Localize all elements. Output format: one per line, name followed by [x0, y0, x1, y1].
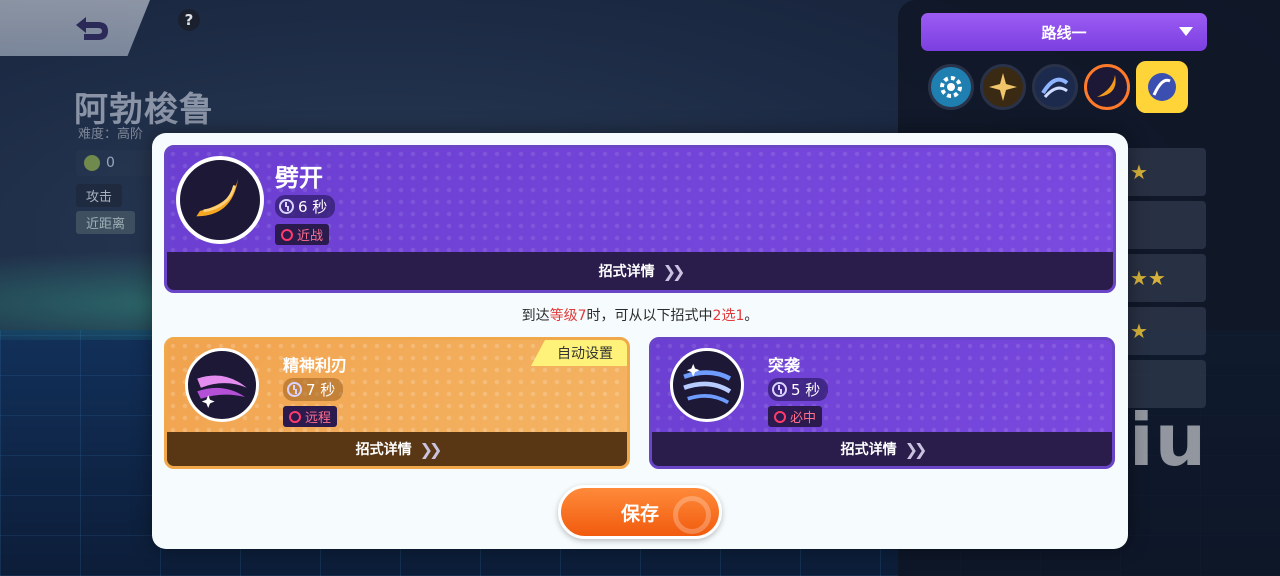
option-skill-name: 精神利刃: [283, 356, 348, 375]
rating-row: ★★: [1120, 254, 1206, 302]
move-details-button[interactable]: 招式详情 ❯❯: [652, 432, 1112, 466]
emblem-icon: [84, 155, 100, 171]
hero-difficulty: 难度：高阶: [78, 127, 144, 142]
auto-set-tag: 自动设置: [531, 340, 627, 366]
pokeball-icon: [673, 496, 711, 534]
move-details-label: 招式详情: [598, 264, 655, 280]
crescent-skill-icon[interactable]: [1084, 64, 1130, 110]
move-type-label: 远程: [305, 411, 332, 426]
save-button-label: 保存: [620, 502, 659, 525]
cooldown-value: 7 秒: [306, 381, 336, 399]
move-type-label: 近战: [297, 229, 324, 244]
rating-row: ★: [1120, 307, 1206, 355]
cooldown-badge: 7 秒: [283, 378, 344, 401]
move-details-label: 招式详情: [840, 442, 897, 458]
option-skill-name: 突袭: [768, 356, 801, 375]
side-rating-list: ★ ★★ ★: [1120, 148, 1206, 413]
burst-skill-icon[interactable]: [980, 64, 1026, 110]
move-select-modal: 劈开 6 秒 近战 招式详情 ❯❯ 到达等级7时，可从以下招式中2选1。 精神利…: [152, 133, 1128, 549]
chevron-down-icon: [1179, 27, 1193, 36]
swirl-skill-icon[interactable]: [1032, 64, 1078, 110]
save-button[interactable]: 保存: [558, 485, 722, 539]
back-button[interactable]: [0, 0, 150, 56]
prompt-prefix: 到达: [521, 308, 550, 324]
cooldown-badge: 5 秒: [768, 378, 829, 401]
prompt-choice: 2选1: [712, 308, 745, 324]
move-type-label: 必中: [790, 411, 817, 426]
route-dropdown[interactable]: 路线一: [921, 13, 1207, 51]
clock-icon: [287, 382, 302, 397]
rating-row: [1120, 201, 1206, 249]
gear-skill-icon[interactable]: [928, 64, 974, 110]
move-details-button[interactable]: 招式详情 ❯❯: [167, 252, 1113, 290]
route-dropdown-label: 路线一: [1041, 23, 1087, 42]
prompt-level: 等级7: [549, 308, 587, 324]
slash-icon: [176, 156, 264, 244]
unite-skill-icon[interactable]: [1136, 61, 1188, 113]
skill-bar: [928, 61, 1188, 113]
move-details-label: 招式详情: [355, 442, 412, 458]
option-card-psycho-cut[interactable]: 精神利刃 7 秒 远程 自动设置 招式详情 ❯❯: [164, 337, 630, 469]
role-tag: 攻击: [76, 184, 123, 207]
cooldown-badge: 6 秒: [275, 195, 336, 218]
double-chevron-right-icon: ❯❯: [662, 261, 686, 281]
cooldown-value: 5 秒: [791, 381, 821, 399]
move-type-badge: 近战: [275, 224, 330, 245]
double-chevron-right-icon: ❯❯: [904, 439, 928, 459]
range-tag: 近距离: [76, 211, 136, 234]
rating-row: ★: [1120, 148, 1206, 196]
sure-hit-icon: [774, 410, 786, 423]
melee-icon: [281, 228, 293, 241]
move-details-button[interactable]: 招式详情 ❯❯: [167, 432, 627, 466]
double-chevron-right-icon: ❯❯: [419, 439, 443, 459]
cooldown-value: 6 秒: [298, 198, 328, 216]
clock-icon: [772, 382, 787, 397]
psycho-cut-icon: [185, 348, 259, 422]
option-card-sucker-punch[interactable]: 突袭 5 秒 必中 招式详情 ❯❯: [649, 337, 1115, 469]
help-icon[interactable]: ?: [178, 9, 200, 31]
sucker-punch-icon: [670, 348, 744, 422]
stat-value: 0: [106, 155, 115, 171]
hero-stat-chip: 0: [76, 150, 156, 176]
prompt-suffix: 。: [744, 308, 759, 324]
back-arrow-icon: [76, 17, 108, 40]
level-prompt: 到达等级7时，可从以下招式中2选1。: [152, 305, 1128, 325]
main-skill-name: 劈开: [275, 164, 323, 192]
ranged-icon: [289, 410, 301, 423]
clock-icon: [279, 199, 294, 214]
move-type-badge: 远程: [283, 406, 338, 427]
move-type-badge: 必中: [768, 406, 823, 427]
prompt-middle: 时，可从以下招式中: [586, 308, 713, 324]
main-skill-card[interactable]: 劈开 6 秒 近战 招式详情 ❯❯: [164, 145, 1116, 293]
